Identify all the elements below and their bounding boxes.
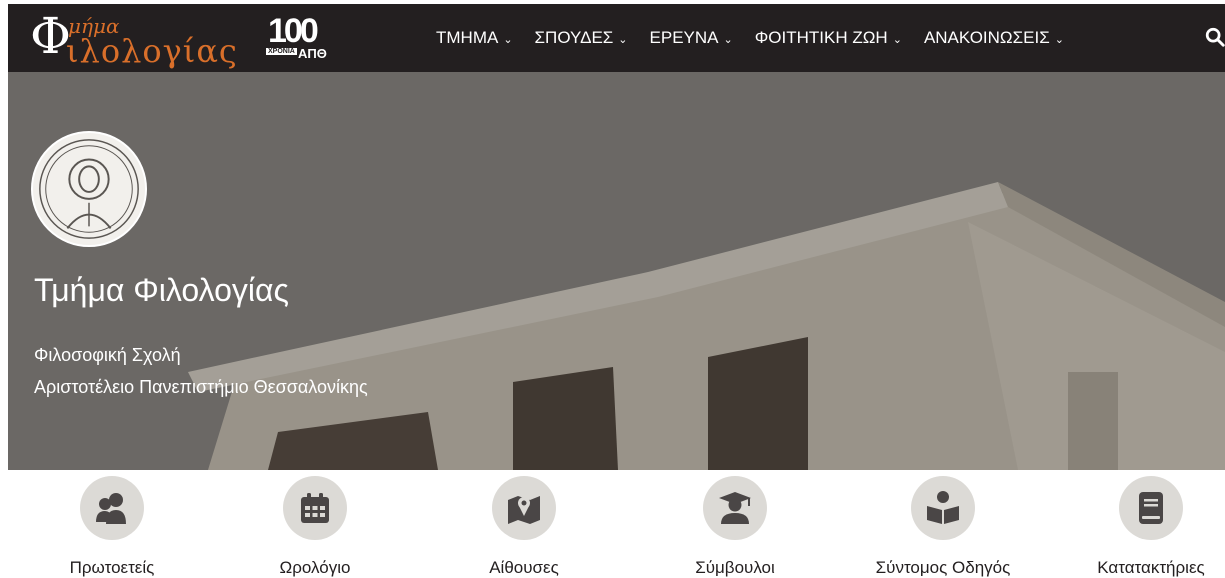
nav-label: ΕΡΕΥΝΑ — [649, 28, 719, 47]
main-nav: ΤΜΗΜΑ ⌄ ΣΠΟΥΔΕΣ ⌄ ΕΡΕΥΝΑ ⌄ ΦΟΙΤΗΤΙΚΗ ΖΩΗ ⌄ Α… — [436, 4, 1064, 72]
nav-item-research[interactable]: ΕΡΕΥΝΑ ⌄ — [650, 28, 733, 48]
logo-phi-glyph: Φ — [30, 7, 71, 65]
university-name: Αριστοτέλειο Πανεπιστήμιο Θεσσαλονίκης — [34, 377, 368, 397]
chevron-down-icon: ⌄ — [723, 33, 733, 46]
hero-banner: Τμήμα Φιλολογίας Φιλοσοφική Σχολή Αριστο… — [8, 72, 1225, 470]
nav-item-announcements[interactable]: ΑΝΑΚΟΙΝΩΣΕΙΣ ⌄ — [924, 28, 1064, 48]
centenary-badge[interactable]: 100 ΧΡΟΝΙΑ ΑΠΘ — [266, 14, 346, 62]
book-icon — [1119, 476, 1183, 540]
page-title: Τμήμα Φιλολογίας — [34, 272, 289, 308]
badge-sub-label: ΧΡΟΝΙΑ — [266, 48, 297, 55]
nav-label: ΑΝΑΚΟΙΝΩΣΕΙΣ — [923, 28, 1050, 47]
quick-links: Πρωτοετείς Ωρολόγιο Αίθουσες Σύμβουλοι Σ… — [0, 470, 1225, 577]
nav-label: ΦΟΙΤΗΤΙΚΗ ΖΩΗ — [754, 28, 888, 47]
top-navigation-bar: Φ μήμα ιλολογίας 100 ΧΡΟΝΙΑ ΑΠΘ ΤΜΗΜΑ ⌄ Σ… — [8, 4, 1225, 72]
badge-org-label: ΑΠΘ — [298, 46, 327, 61]
university-seal-icon — [30, 130, 148, 248]
chevron-down-icon: ⌄ — [892, 33, 902, 46]
reader-icon — [911, 476, 975, 540]
quick-link-label: Κατατακτήριες — [1097, 558, 1205, 577]
users-icon — [80, 476, 144, 540]
chevron-down-icon: ⌄ — [618, 33, 628, 46]
graduate-icon — [703, 476, 767, 540]
nav-item-student-life[interactable]: ΦΟΙΤΗΤΙΚΗ ΖΩΗ ⌄ — [755, 28, 902, 48]
quick-link-label: Ωρολόγιο — [279, 558, 351, 577]
chevron-down-icon: ⌄ — [503, 33, 513, 46]
nav-label: ΤΜΗΜΑ — [436, 28, 499, 47]
quick-link-label: Αίθουσες — [489, 558, 559, 577]
quick-link-label: Σύμβουλοι — [695, 558, 775, 577]
hero-overlay — [8, 72, 1225, 470]
map-icon — [492, 476, 556, 540]
logo-text-bottom: ιλολογίας — [66, 32, 238, 70]
nav-item-studies[interactable]: ΣΠΟΥΔΕΣ ⌄ — [535, 28, 628, 48]
chevron-down-icon: ⌄ — [1054, 33, 1064, 46]
nav-item-department[interactable]: ΤΜΗΜΑ ⌄ — [436, 28, 513, 48]
quick-link-label: Πρωτοετείς — [69, 558, 155, 577]
badge-number: 100 — [268, 12, 319, 50]
quick-link-label: Σύντομος Οδηγός — [875, 558, 1011, 577]
faculty-name: Φιλοσοφική Σχολή — [34, 345, 181, 365]
calendar-icon — [283, 476, 347, 540]
search-icon[interactable] — [1204, 26, 1225, 48]
nav-label: ΣΠΟΥΔΕΣ — [534, 28, 614, 47]
